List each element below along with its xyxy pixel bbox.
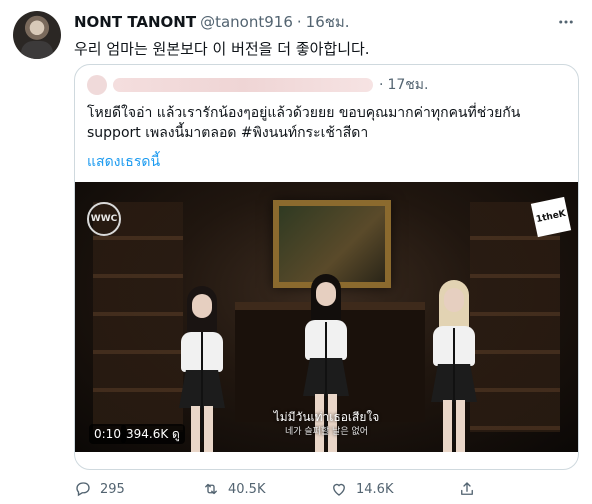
like-count: 14.6K — [356, 481, 394, 497]
quoted-tweet-header: · 17ชม. — [87, 74, 428, 96]
retweet-count: 40.5K — [228, 481, 266, 497]
reply-icon — [76, 482, 90, 497]
bookshelf — [93, 202, 183, 432]
display-name[interactable]: NONT TANONT — [74, 13, 196, 31]
share-button[interactable] — [458, 480, 488, 498]
bookshelf — [470, 202, 560, 432]
retweet-icon — [205, 483, 217, 495]
tweet-actions: 295 40.5K 14.6K — [74, 478, 579, 500]
quoted-tweet[interactable]: · 17ชม. โหยดีใจอ่า แล้วเรารักน้องๆอยู่แล… — [74, 64, 579, 470]
share-icon — [461, 482, 473, 495]
wwc-logo: WWC — [87, 202, 121, 236]
blurred-author — [113, 78, 373, 92]
video-player[interactable]: WWC 1theK ไม่มีวันเท่าเธอเสียใจ 네가 슬퍼할 날… — [75, 182, 578, 452]
tweet-text: 우리 엄마는 원본보다 이 버전을 더 좋아합니다. — [74, 40, 370, 58]
quoted-tweet-text: โหยดีใจอ่า แล้วเรารักน้องๆอยู่แล้วด้วยยย… — [87, 103, 567, 143]
retweet-button[interactable]: 40.5K — [202, 480, 330, 498]
heart-icon — [333, 483, 345, 496]
reply-count: 295 — [100, 481, 125, 497]
quoted-text-line: โหยดีใจอ่า แล้วเรารักน้องๆอยู่แล้วด้วยยย… — [87, 105, 521, 121]
user-handle[interactable]: @tanont916 — [200, 13, 293, 31]
quoted-text-line: support เพลงนี้มาตลอด #พิงนนท์กระเช้าสีด… — [87, 125, 369, 141]
separator-dot: · — [379, 77, 384, 93]
1thek-logo: 1theK — [530, 196, 572, 238]
video-view-count: 394.6K ดู — [121, 424, 185, 444]
like-button[interactable]: 14.6K — [330, 480, 458, 498]
reply-button[interactable]: 295 — [74, 480, 202, 498]
ellipsis-icon[interactable] — [554, 12, 578, 32]
show-thread-link[interactable]: แสดงเธรดนี้ — [87, 151, 160, 173]
avatar[interactable] — [13, 11, 61, 59]
tweet: NONT TANONT @tanont916 · 16ชม. 우리 엄마는 원본… — [0, 0, 592, 504]
separator-dot: · — [296, 13, 302, 31]
tweet-header: NONT TANONT @tanont916 · 16ชม. — [74, 12, 350, 32]
quoted-avatar[interactable] — [87, 75, 107, 95]
quoted-timestamp[interactable]: 17ชม. — [387, 74, 428, 96]
timestamp[interactable]: 16ชม. — [306, 10, 350, 34]
